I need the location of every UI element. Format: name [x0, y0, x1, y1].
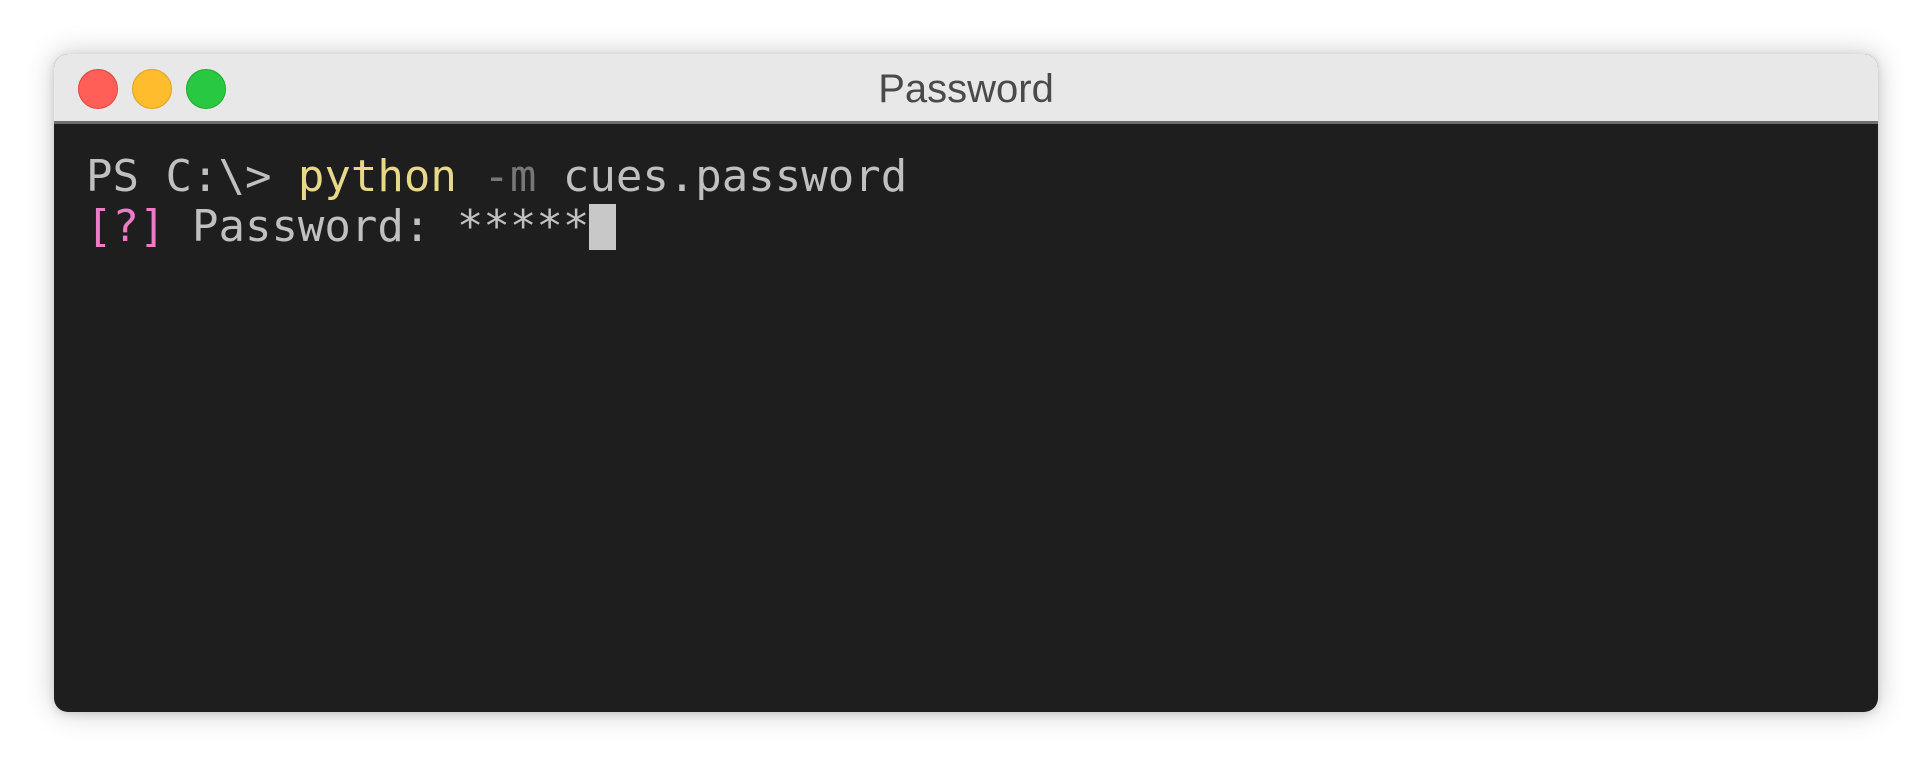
- password-prompt-line: [?] Password: *****: [86, 202, 1846, 252]
- shell-prompt: PS C:\>: [86, 151, 298, 202]
- command-argument: cues.password: [536, 151, 908, 202]
- terminal-window: Password PS C:\> python -m cues.password…: [54, 54, 1878, 712]
- command-flag: -m: [456, 151, 537, 202]
- password-input-value[interactable]: *****: [457, 201, 589, 252]
- title-bar[interactable]: Password: [54, 54, 1878, 124]
- window-title: Password: [878, 67, 1054, 111]
- question-marker: [?]: [86, 201, 166, 252]
- text-cursor: [589, 204, 617, 250]
- command-line: PS C:\> python -m cues.password: [86, 152, 1846, 202]
- password-label: Password:: [165, 201, 457, 252]
- command-name: python: [297, 151, 457, 202]
- terminal-output[interactable]: PS C:\> python -m cues.password [?] Passw…: [54, 124, 1878, 280]
